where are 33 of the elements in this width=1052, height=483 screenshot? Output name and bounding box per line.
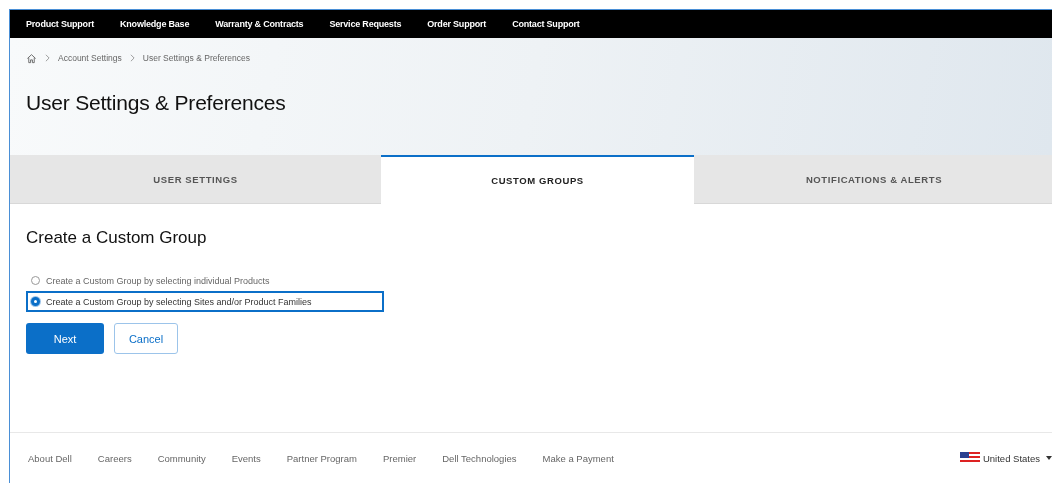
nav-link[interactable]: Knowledge Base [120, 19, 190, 29]
option-label[interactable]: Create a Custom Group by selecting individual Products [46, 275, 270, 286]
tab[interactable]: USER SETTINGS [10, 155, 381, 204]
footer-link[interactable]: Events [231, 452, 261, 464]
footer-link[interactable]: Make a Payment [542, 452, 614, 464]
footer-link[interactable]: Partner Program [286, 452, 357, 464]
page-title: User Settings & Preferences [26, 91, 287, 115]
nav-link[interactable]: Contact Support [512, 19, 580, 29]
nav-link[interactable]: Product Support [26, 19, 94, 29]
footer-link[interactable]: Careers [97, 452, 132, 464]
country-selector[interactable]: United States [959, 452, 1052, 464]
nav-link[interactable]: Warranty & Contracts [215, 19, 304, 29]
chevron-icon [129, 54, 135, 62]
option-label[interactable]: Create a Custom Group by selecting Sites and/or Product Families [46, 296, 312, 307]
section-title: Create a Custom Group [26, 228, 208, 248]
footer-link[interactable]: Premier [382, 452, 417, 464]
footer-link[interactable]: Dell Technologies [442, 452, 517, 464]
breadcrumb-link[interactable]: User Settings & Preferences [142, 53, 251, 63]
radio-button[interactable] [31, 297, 40, 306]
nav-link[interactable]: Order Support [427, 19, 487, 29]
chevron-icon [45, 54, 50, 62]
next-button[interactable]: Next [26, 323, 104, 354]
home-icon[interactable] [26, 52, 37, 64]
radio-button[interactable] [31, 276, 40, 285]
nav-link[interactable]: Service Requests [329, 19, 402, 29]
footer-link[interactable]: About Dell [28, 452, 72, 464]
cancel-button[interactable]: Cancel [114, 323, 178, 354]
caret-icon [1046, 456, 1052, 460]
breadcrumb-link[interactable]: Account Settings [58, 53, 122, 63]
tab[interactable]: NOTIFICATIONS & ALERTS [694, 155, 1052, 204]
footer-link[interactable]: Community [157, 452, 206, 464]
flag-icon [959, 452, 980, 464]
radio-option[interactable]: Create a Custom Group by selecting Sites and/or Product Families [26, 291, 384, 312]
